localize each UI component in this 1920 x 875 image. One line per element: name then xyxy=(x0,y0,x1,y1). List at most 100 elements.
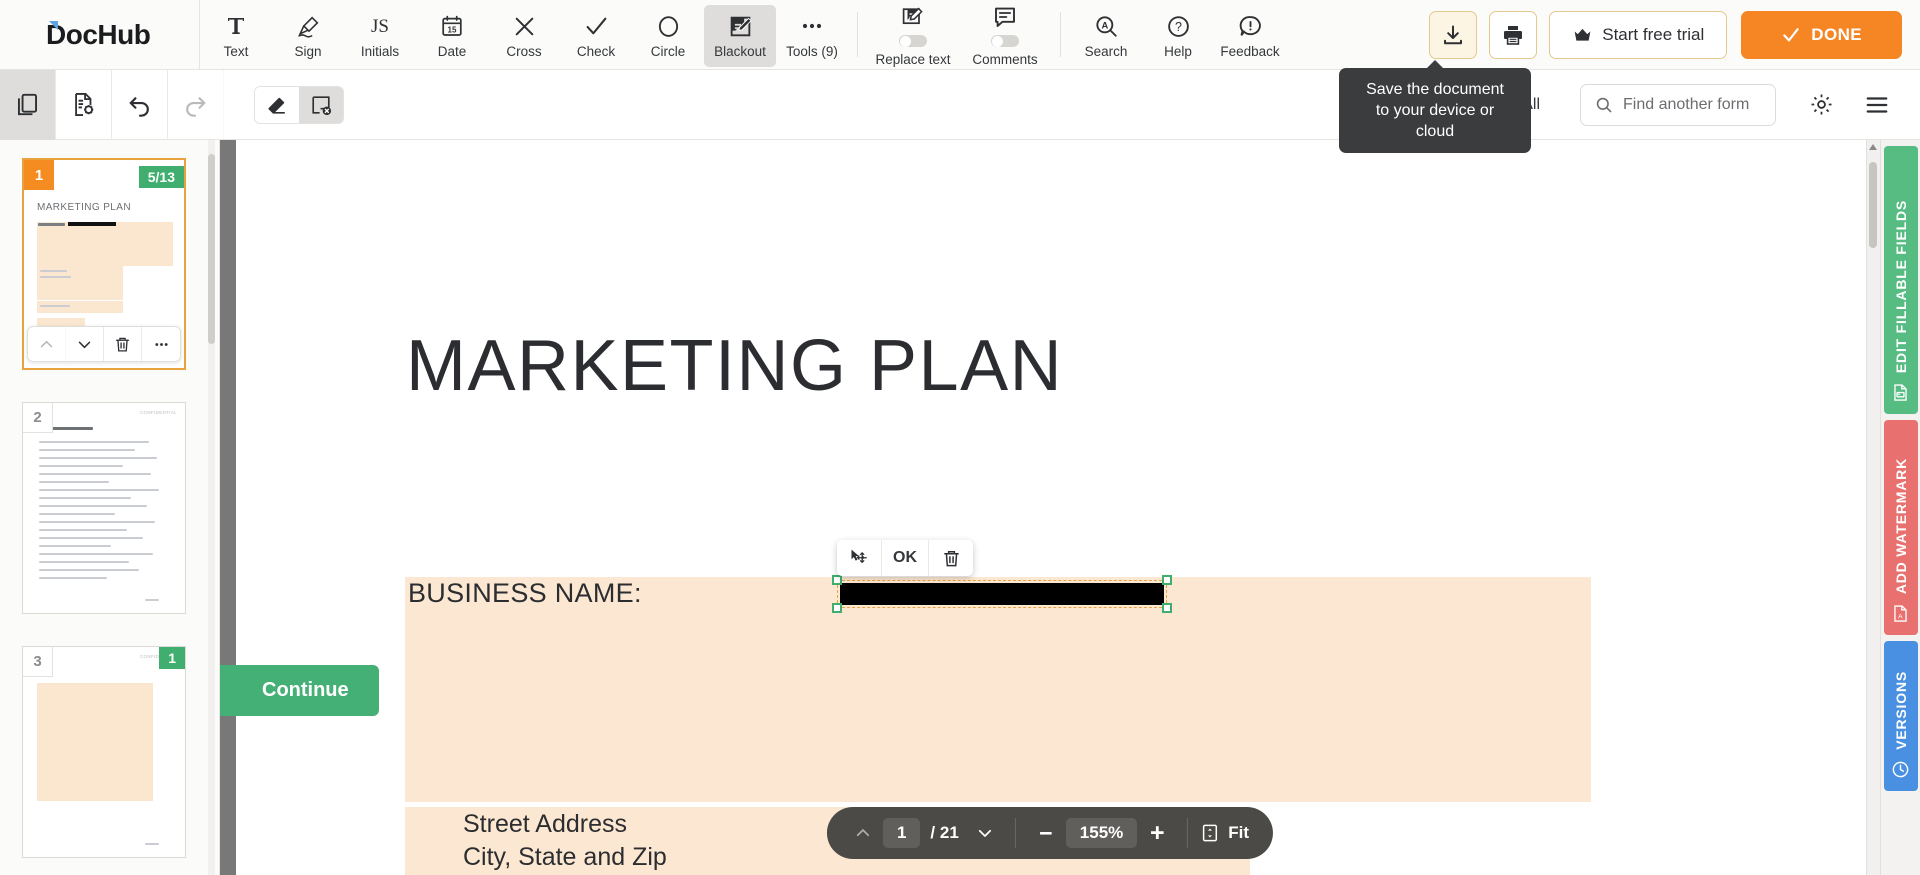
logo-mark-icon: D xyxy=(46,18,66,50)
annotation-move-button[interactable] xyxy=(837,540,882,576)
tool-search-label: Search xyxy=(1084,44,1128,59)
thumbnail-scrollbar-thumb[interactable] xyxy=(208,154,215,344)
tool-feedback[interactable]: Feedback xyxy=(1214,5,1286,67)
thumb1-band-a xyxy=(37,222,173,266)
tool-text[interactable]: Text xyxy=(200,5,272,67)
resize-handle-bottom-right[interactable] xyxy=(1162,603,1172,613)
start-free-trial-label: Start free trial xyxy=(1602,24,1705,44)
dochub-logo[interactable]: DocHub xyxy=(46,18,151,51)
t2c xyxy=(39,457,157,460)
t2g xyxy=(39,489,159,492)
tool-initials[interactable]: JS Initials xyxy=(344,5,416,67)
resize-handle-top-right[interactable] xyxy=(1162,575,1172,585)
thumbnail-1-number: 1 xyxy=(24,160,54,190)
zoom-in-button[interactable]: + xyxy=(1141,817,1173,849)
sub-toolbar: All Find another form xyxy=(0,69,1920,140)
t2m xyxy=(39,537,143,540)
tool-circle[interactable]: Circle xyxy=(632,5,704,67)
blackout-annotation-selection[interactable] xyxy=(837,580,1167,608)
done-button[interactable]: DONE xyxy=(1741,10,1902,59)
rail-tab-add-watermark[interactable]: A ADD WATERMARK xyxy=(1883,420,1918,635)
continue-button[interactable]: Continue xyxy=(220,665,379,716)
comments-toggle[interactable] xyxy=(991,35,1019,47)
find-another-form-search[interactable]: Find another form xyxy=(1580,83,1776,126)
text-icon xyxy=(224,13,248,39)
find-another-form-placeholder: Find another form xyxy=(1623,95,1750,113)
current-page-input[interactable]: 1 xyxy=(882,818,921,848)
annotation-delete-button[interactable] xyxy=(929,540,973,576)
crown-icon xyxy=(1574,28,1591,41)
tool-check[interactable]: Check xyxy=(560,5,632,67)
tool-cross[interactable]: Cross xyxy=(488,5,560,67)
rail-tab-edit-fillable-fields[interactable]: EDIT FILLABLE FIELDS xyxy=(1883,146,1918,414)
viewer-scrollbar-track[interactable] xyxy=(1866,140,1880,875)
move-page-down-button[interactable] xyxy=(66,327,104,361)
undo-button[interactable] xyxy=(112,69,168,140)
tool-search[interactable]: A Search xyxy=(1070,5,1142,67)
check-icon xyxy=(1783,27,1800,42)
document-settings-button[interactable] xyxy=(56,69,112,140)
page-navigation-bar: 1 / 21 − 155% + Fit xyxy=(826,807,1274,859)
zoom-out-button[interactable]: − xyxy=(1030,817,1062,849)
address-block: Street Address City, State and Zip xyxy=(463,808,667,874)
top-toolbar: DocHub Text Sign JS Initials 15 Date Cro… xyxy=(0,0,1920,70)
logo-zone: DocHub xyxy=(0,0,200,69)
move-page-up-button[interactable] xyxy=(28,327,66,361)
feedback-icon xyxy=(1238,13,1263,39)
fit-label: Fit xyxy=(1228,823,1250,842)
tool-date[interactable]: 15 Date xyxy=(416,5,488,67)
eraser-button[interactable] xyxy=(255,86,299,123)
next-page-button[interactable] xyxy=(969,817,1001,849)
download-button[interactable] xyxy=(1429,10,1478,59)
thumbnail-page-1[interactable]: CONFIDENTIAL MARKETING PLAN 1 xyxy=(22,158,186,370)
blackout-icon xyxy=(728,13,753,39)
delete-page-button[interactable] xyxy=(104,327,142,361)
page-nav-section: 1 / 21 xyxy=(833,817,1015,849)
thumbnail-page-2[interactable]: CONFIDENTIAL 2 xyxy=(22,402,186,614)
resize-handle-top-left[interactable] xyxy=(832,575,842,585)
tool-sign[interactable]: Sign xyxy=(272,5,344,67)
tool-more[interactable]: Tools (9) xyxy=(776,5,848,67)
print-button[interactable] xyxy=(1489,10,1538,59)
tooltip-line-2: to your device or cloud xyxy=(1375,102,1495,141)
pages-panel-toggle[interactable] xyxy=(0,69,56,140)
rail-tab-versions[interactable]: VERSIONS xyxy=(1883,641,1918,791)
start-free-trial-button[interactable]: Start free trial xyxy=(1549,10,1728,59)
date-icon: 15 xyxy=(440,13,464,39)
viewer-scrollbar-thumb[interactable] xyxy=(1869,162,1877,248)
previous-page-button[interactable] xyxy=(847,817,879,849)
editor-body: CONFIDENTIAL MARKETING PLAN 1 xyxy=(0,140,1920,875)
rail-tab-edit-fillable-fields-label: EDIT FILLABLE FIELDS xyxy=(1892,199,1909,373)
t2s xyxy=(145,599,159,602)
settings-button[interactable] xyxy=(1798,82,1844,128)
thumbnail-page-2-canvas: CONFIDENTIAL 2 xyxy=(22,402,186,614)
redo-button[interactable] xyxy=(168,69,224,140)
clear-selection-button[interactable] xyxy=(299,86,343,123)
fit-button[interactable]: Fit xyxy=(1188,823,1267,843)
done-label: DONE xyxy=(1811,24,1862,44)
page-more-options-button[interactable] xyxy=(142,327,180,361)
scroll-up-arrow[interactable] xyxy=(1868,143,1878,153)
annotation-ok-button[interactable]: OK xyxy=(882,540,929,576)
replace-text-toggle[interactable] xyxy=(899,35,927,47)
menu-button[interactable] xyxy=(1854,82,1900,128)
tool-blackout[interactable]: Blackout xyxy=(704,5,776,67)
thumbnail-2-number: 2 xyxy=(23,403,53,433)
svg-text:?: ? xyxy=(1175,20,1182,34)
tool-comments[interactable]: Comments xyxy=(959,5,1051,67)
tool-help[interactable]: ? Help xyxy=(1142,5,1214,67)
t2o xyxy=(39,553,153,556)
business-name-label: BUSINESS NAME: xyxy=(408,578,642,608)
t2p xyxy=(39,561,129,564)
t2r xyxy=(39,577,107,580)
thumbnail-page-3[interactable]: CONFIDENTIAL 3 1 xyxy=(22,646,186,858)
cross-icon xyxy=(512,13,537,39)
resize-handle-bottom-left[interactable] xyxy=(832,603,842,613)
tool-replace-text[interactable]: Replace text xyxy=(867,5,959,67)
t2i xyxy=(39,505,147,508)
tool-blackout-label: Blackout xyxy=(714,44,766,59)
svg-text:15: 15 xyxy=(448,25,457,34)
zoom-level-display[interactable]: 155% xyxy=(1065,818,1138,848)
tool-check-label: Check xyxy=(576,44,616,59)
